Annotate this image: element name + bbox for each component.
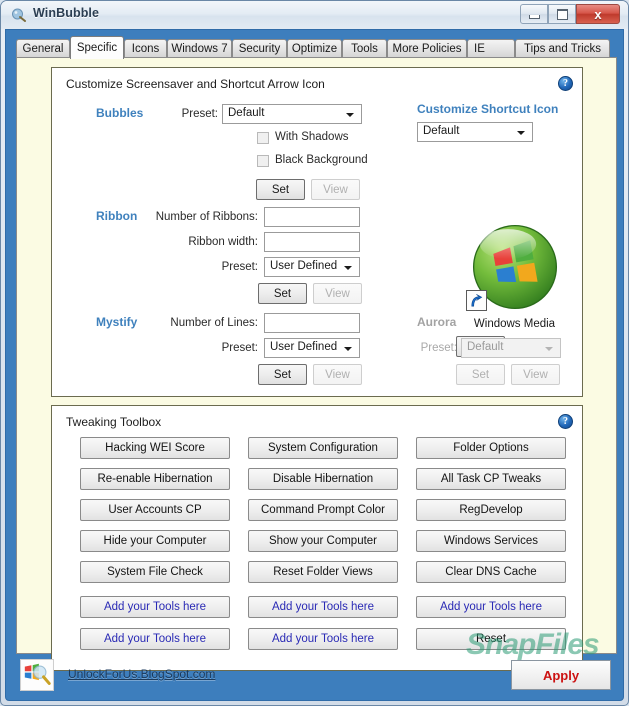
bubbles-set-button[interactable]: Set: [256, 179, 305, 200]
screensaver-group: Customize Screensaver and Shortcut Arrow…: [51, 67, 583, 397]
screensaver-group-title: Customize Screensaver and Shortcut Arrow…: [66, 77, 325, 91]
help-icon[interactable]: ?: [558, 414, 573, 429]
bubbles-section-label: Bubbles: [96, 106, 144, 120]
toolbox-button-add-your-tools-3[interactable]: Add your Tools here: [248, 596, 398, 618]
shortcut-icon-caption: Windows Media: [473, 318, 556, 330]
toolbox-button-system-configuration[interactable]: System Configuration: [248, 437, 398, 459]
chevron-down-icon: [517, 131, 525, 135]
aurora-set-button: Set: [456, 364, 505, 385]
close-icon: x: [594, 6, 602, 22]
winbubble-icon: [12, 8, 26, 22]
tab-more-policies[interactable]: More Policies: [387, 39, 467, 58]
aurora-section-label: Aurora: [417, 315, 457, 329]
tab-optimize[interactable]: Optimize: [287, 39, 342, 58]
bottom-bar: UnlockForUs.BlogSpot.com Apply: [16, 658, 617, 694]
tab-windows-7[interactable]: Windows 7: [167, 39, 232, 58]
toolbox-button-regdevelop[interactable]: RegDevelop: [416, 499, 566, 521]
shortcut-arrow-overlay-icon: [466, 290, 487, 311]
tab-strip: General Specific Icons Windows 7 Securit…: [16, 36, 617, 59]
ribbon-number-input[interactable]: [264, 207, 360, 227]
maximize-icon: [549, 5, 575, 23]
ribbon-set-button[interactable]: Set: [258, 283, 307, 304]
aurora-preset-select: Default: [461, 338, 561, 358]
toolbox-button-add-your-tools-2[interactable]: Add your Tools here: [80, 628, 230, 650]
toolbox-button-reset[interactable]: Reset: [416, 628, 566, 650]
tab-page-specific: Customize Screensaver and Shortcut Arrow…: [16, 57, 617, 671]
mystify-preset-label: Preset:: [221, 342, 258, 354]
toolbox-button-reset-folder-views[interactable]: Reset Folder Views: [248, 561, 398, 583]
with-shadows-checkbox[interactable]: [257, 132, 269, 144]
toolbox-button-disable-hibernation[interactable]: Disable Hibernation: [248, 468, 398, 490]
shortcut-icon-section-label: Customize Shortcut Icon: [417, 102, 559, 116]
mystify-view-button: View: [313, 364, 362, 385]
aurora-view-button: View: [511, 364, 560, 385]
chevron-down-icon: [346, 113, 354, 117]
minimize-icon: [521, 5, 547, 23]
client-area: General Specific Icons Windows 7 Securit…: [5, 29, 624, 701]
toolbox-button-hide-your-computer[interactable]: Hide your Computer: [80, 530, 230, 552]
toolbox-button-user-accounts-cp[interactable]: User Accounts CP: [80, 499, 230, 521]
website-link[interactable]: UnlockForUs.BlogSpot.com: [68, 667, 215, 681]
toolbox-button-hacking-wei-score[interactable]: Hacking WEI Score: [80, 437, 230, 459]
tweaking-toolbox-group: Tweaking Toolbox ? Hacking WEI Score Re-…: [51, 405, 583, 671]
minimize-button[interactable]: [520, 4, 548, 24]
help-icon[interactable]: ?: [558, 76, 573, 91]
toolbox-button-add-your-tools-5[interactable]: Add your Tools here: [416, 596, 566, 618]
ribbon-width-input[interactable]: [264, 232, 360, 252]
chevron-down-icon: [545, 347, 553, 351]
toolbox-button-all-task-cp-tweaks[interactable]: All Task CP Tweaks: [416, 468, 566, 490]
toolbox-button-add-your-tools-1[interactable]: Add your Tools here: [80, 596, 230, 618]
ribbon-preset-select[interactable]: User Defined: [264, 257, 360, 277]
bubbles-view-button: View: [311, 179, 360, 200]
tab-ie[interactable]: IE: [467, 39, 515, 58]
tab-specific[interactable]: Specific: [70, 36, 124, 59]
tweaking-toolbox-title: Tweaking Toolbox: [66, 415, 162, 429]
shortcut-icon-select[interactable]: Default: [417, 122, 533, 142]
bubbles-preset-label: Preset:: [181, 108, 218, 120]
black-background-checkbox[interactable]: [257, 155, 269, 167]
title-bar: WinBubble x: [1, 1, 628, 29]
application-window: WinBubble x General Specific Icons Windo…: [0, 0, 629, 706]
close-button[interactable]: x: [576, 4, 620, 24]
tab-general[interactable]: General: [16, 39, 70, 58]
toolbox-button-re-enable-hibernation[interactable]: Re-enable Hibernation: [80, 468, 230, 490]
mystify-lines-label: Number of Lines:: [170, 317, 258, 329]
chevron-down-icon: [344, 347, 352, 351]
tab-security[interactable]: Security: [232, 39, 287, 58]
toolbox-button-command-prompt-color[interactable]: Command Prompt Color: [248, 499, 398, 521]
tab-tools[interactable]: Tools: [342, 39, 387, 58]
apply-button[interactable]: Apply: [511, 660, 611, 690]
toolbox-button-clear-dns-cache[interactable]: Clear DNS Cache: [416, 561, 566, 583]
black-background-label: Black Background: [275, 154, 368, 166]
chevron-down-icon: [344, 266, 352, 270]
toolbox-button-folder-options[interactable]: Folder Options: [416, 437, 566, 459]
ribbon-view-button: View: [313, 283, 362, 304]
aurora-preset-label: Preset:: [420, 342, 457, 354]
window-title: WinBubble: [33, 6, 100, 20]
tab-tips-and-tricks[interactable]: Tips and Tricks: [515, 39, 610, 58]
toolbox-button-windows-services[interactable]: Windows Services: [416, 530, 566, 552]
mystify-section-label: Mystify: [96, 315, 138, 329]
winbubble-icon: [20, 659, 54, 691]
ribbon-width-label: Ribbon width:: [188, 236, 258, 248]
mystify-lines-input[interactable]: [264, 313, 360, 333]
tab-icons[interactable]: Icons: [124, 39, 167, 58]
with-shadows-label: With Shadows: [275, 131, 349, 143]
maximize-button[interactable]: [548, 4, 576, 24]
toolbox-button-show-your-computer[interactable]: Show your Computer: [248, 530, 398, 552]
mystify-preset-select[interactable]: User Defined: [264, 338, 360, 358]
toolbox-button-system-file-check[interactable]: System File Check: [80, 561, 230, 583]
ribbon-number-label: Number of Ribbons:: [155, 211, 258, 223]
mystify-set-button[interactable]: Set: [258, 364, 307, 385]
toolbox-button-add-your-tools-4[interactable]: Add your Tools here: [248, 628, 398, 650]
bubbles-preset-select[interactable]: Default: [222, 104, 362, 124]
ribbon-preset-label: Preset:: [221, 261, 258, 273]
